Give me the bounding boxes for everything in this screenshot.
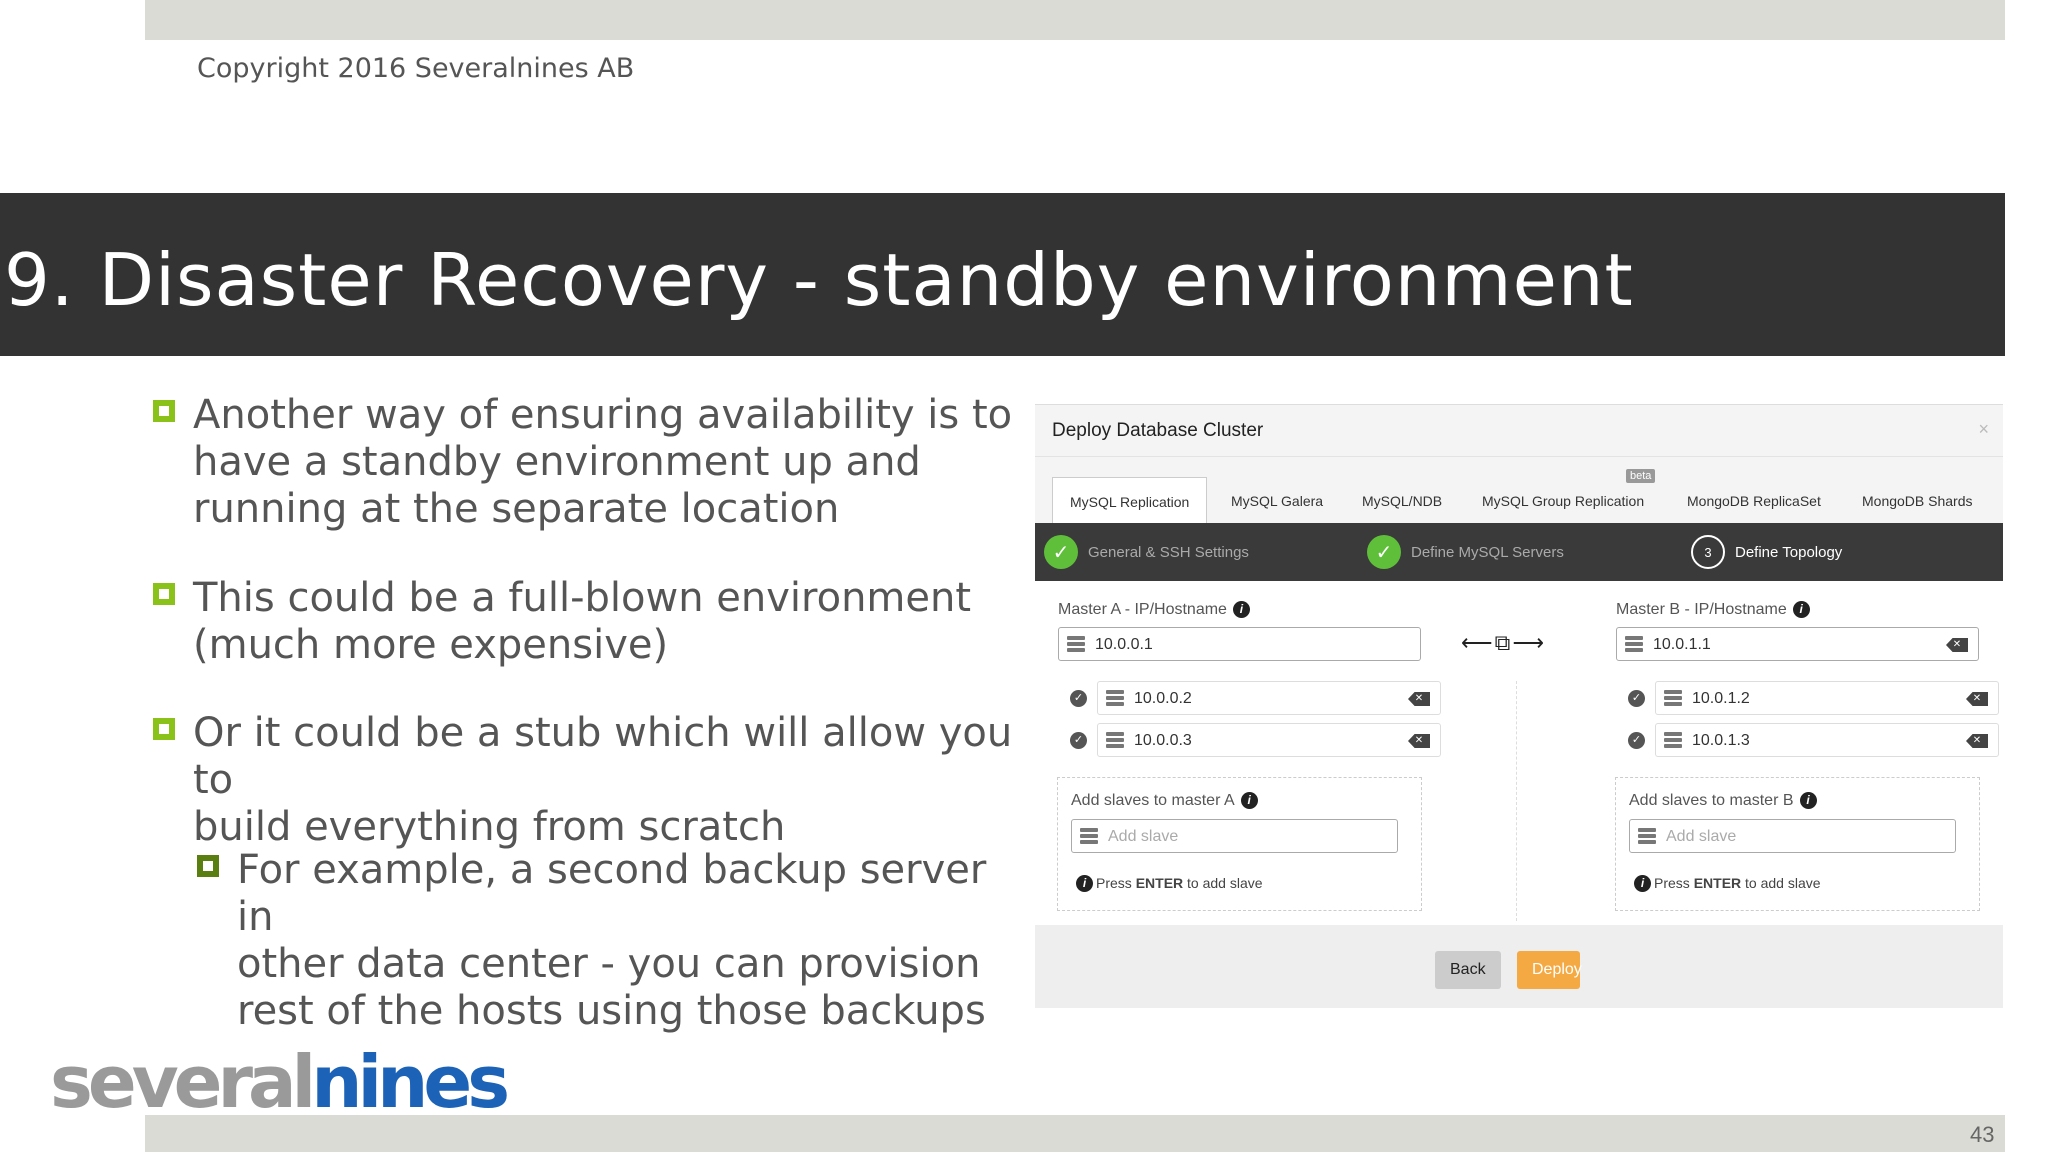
master-a-input[interactable]: 10.0.0.1 bbox=[1058, 627, 1421, 661]
severalnines-logo: severalnines bbox=[50, 1040, 510, 1124]
slave-value: 10.0.1.2 bbox=[1692, 690, 1750, 707]
server-icon bbox=[1080, 828, 1098, 844]
bullet-text: Another way of ensuring availability is … bbox=[193, 392, 1013, 532]
slave-row: 10.0.1.3 ✕ bbox=[1655, 723, 1999, 757]
server-icon bbox=[1664, 690, 1682, 706]
sub-bullet-item: For example, a second backup server in o… bbox=[194, 847, 1020, 1035]
deploy-button[interactable]: Deploy bbox=[1517, 951, 1582, 989]
delete-icon[interactable]: ✕ bbox=[1966, 692, 1988, 706]
beta-badge: beta bbox=[1626, 469, 1656, 483]
dialog-header: Deploy Database Cluster × bbox=[1035, 405, 2003, 457]
slave-row: 10.0.1.2 ✕ bbox=[1655, 681, 1999, 715]
top-bar bbox=[145, 0, 2005, 40]
info-icon: i bbox=[1232, 601, 1250, 618]
check-icon: ✓ bbox=[1367, 535, 1401, 569]
bottom-bar bbox=[145, 1115, 2005, 1152]
slide-title: 9. Disaster Recovery - standby environme… bbox=[4, 238, 1634, 322]
bullet-text: For example, a second backup server in o… bbox=[237, 847, 987, 1034]
add-slave-a-input[interactable]: Add slave bbox=[1071, 819, 1398, 853]
server-icon bbox=[1625, 636, 1643, 652]
tab-mysql-replication[interactable]: MySQL Replication bbox=[1052, 477, 1208, 523]
bullet-item: Or it could be a stub which will allow y… bbox=[150, 710, 1020, 851]
bullet-text: Or it could be a stub which will allow y… bbox=[193, 710, 1013, 850]
slide: Copyright 2016 Severalnines AB 9. Disast… bbox=[0, 0, 2048, 1152]
server-icon bbox=[1106, 690, 1124, 706]
slave-value: 10.0.1.3 bbox=[1692, 732, 1750, 749]
info-icon: i bbox=[1799, 792, 1817, 809]
back-button[interactable]: Back bbox=[1435, 951, 1501, 989]
step-define-servers[interactable]: ✓ Define MySQL Servers bbox=[1367, 535, 1564, 569]
check-circle-icon: ✓ bbox=[1628, 732, 1645, 749]
tab-mysql-group-replication[interactable]: MySQL Group Replication bbox=[1482, 477, 1644, 523]
wizard-steps: ✓ General & SSH Settings ✓ Define MySQL … bbox=[1035, 523, 2003, 581]
dialog-title: Deploy Database Cluster bbox=[1052, 420, 1264, 441]
copyright-text: Copyright 2016 Severalnines AB bbox=[197, 53, 635, 84]
info-icon: i bbox=[1792, 601, 1810, 618]
step-label: Define MySQL Servers bbox=[1411, 543, 1564, 561]
close-icon[interactable]: × bbox=[1978, 419, 1989, 440]
server-icon bbox=[1664, 732, 1682, 748]
delete-icon[interactable]: ✕ bbox=[1408, 734, 1430, 748]
bullet-square-icon bbox=[153, 583, 175, 605]
check-circle-icon: ✓ bbox=[1070, 690, 1087, 707]
step-define-topology[interactable]: 3 Define Topology bbox=[1691, 535, 1842, 569]
add-slave-a-hint: i Press ENTER to add slave bbox=[1076, 875, 1263, 892]
slave-row: 10.0.0.3 ✕ bbox=[1097, 723, 1441, 757]
add-slaves-a-label: Add slaves to master Ai bbox=[1071, 792, 1258, 810]
add-slave-b-hint: i Press ENTER to add slave bbox=[1634, 875, 1821, 892]
replication-arrows-icon: ⟵ ⧉ ⟶ bbox=[1461, 630, 1544, 655]
bullet-text: This could be a full-blown environment (… bbox=[193, 575, 972, 668]
info-icon: i bbox=[1076, 875, 1093, 892]
info-icon: i bbox=[1634, 875, 1651, 892]
step-label: General & SSH Settings bbox=[1088, 543, 1249, 561]
check-circle-icon: ✓ bbox=[1070, 732, 1087, 749]
delete-icon[interactable]: ✕ bbox=[1966, 734, 1988, 748]
deploy-cluster-dialog: Deploy Database Cluster × MySQL Replicat… bbox=[1035, 404, 2003, 1008]
tab-mysql-ndb[interactable]: MySQL/NDB bbox=[1362, 477, 1442, 523]
info-icon: i bbox=[1240, 792, 1258, 809]
check-circle-icon: ✓ bbox=[1628, 690, 1645, 707]
check-icon: ✓ bbox=[1044, 535, 1078, 569]
master-a-value: 10.0.0.1 bbox=[1095, 636, 1153, 653]
master-b-label: Master B - IP/Hostname i bbox=[1616, 601, 1810, 619]
bullet-square-icon bbox=[153, 718, 175, 740]
step-label: Define Topology bbox=[1735, 543, 1843, 561]
sub-bullet-square-icon bbox=[197, 855, 219, 877]
bullet-item: Another way of ensuring availability is … bbox=[150, 392, 1012, 533]
page-number: 43 bbox=[1970, 1122, 1995, 1147]
server-icon bbox=[1638, 828, 1656, 844]
tab-mysql-galera[interactable]: MySQL Galera bbox=[1231, 477, 1323, 523]
server-icon bbox=[1106, 732, 1124, 748]
add-slave-placeholder: Add slave bbox=[1666, 828, 1737, 845]
bullet-square-icon bbox=[153, 400, 175, 422]
slave-row: 10.0.0.2 ✕ bbox=[1097, 681, 1441, 715]
master-a-label: Master A - IP/Hostname i bbox=[1058, 601, 1250, 619]
dialog-footer: Back Deploy bbox=[1035, 925, 2003, 1008]
delete-icon[interactable]: ✕ bbox=[1946, 638, 1968, 652]
add-slaves-b-label: Add slaves to master Bi bbox=[1629, 792, 1817, 810]
master-b-input[interactable]: 10.0.1.1 ✕ bbox=[1616, 627, 1979, 661]
step-number: 3 bbox=[1691, 535, 1725, 569]
step-general-ssh[interactable]: ✓ General & SSH Settings bbox=[1044, 535, 1249, 569]
slave-value: 10.0.0.2 bbox=[1134, 690, 1192, 707]
master-b-value: 10.0.1.1 bbox=[1653, 636, 1711, 653]
slave-value: 10.0.0.3 bbox=[1134, 732, 1192, 749]
server-icon bbox=[1067, 636, 1085, 652]
add-slave-b-input[interactable]: Add slave bbox=[1629, 819, 1956, 853]
divider bbox=[1516, 681, 1517, 921]
tab-mongodb-replicaset[interactable]: MongoDB ReplicaSet bbox=[1687, 477, 1821, 523]
cluster-type-tabs: MySQL Replication MySQL Galera MySQL/NDB… bbox=[1035, 457, 2003, 523]
delete-icon[interactable]: ✕ bbox=[1408, 692, 1430, 706]
tab-mongodb-shards[interactable]: MongoDB Shards bbox=[1862, 477, 1973, 523]
bullet-item: This could be a full-blown environment (… bbox=[150, 575, 971, 669]
add-slave-placeholder: Add slave bbox=[1108, 828, 1179, 845]
